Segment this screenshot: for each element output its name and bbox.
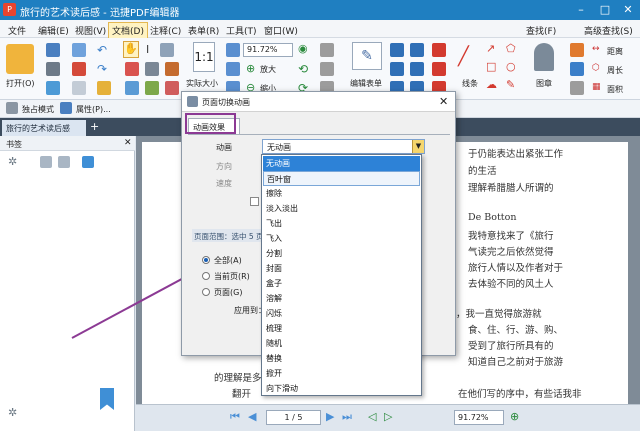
range-all-label[interactable]: 全部(A) (214, 255, 242, 266)
auto-flip-checkbox[interactable] (250, 197, 259, 206)
range-current-radio[interactable] (202, 272, 210, 280)
tab-highlight-box (185, 113, 236, 134)
tab-divider (188, 134, 450, 135)
dialog-close-icon[interactable]: ✕ (439, 95, 448, 108)
animation-option[interactable]: 飞出 (263, 216, 420, 231)
animation-dropdown-list: 无动画 百叶窗 擦除 淡入淡出 飞出 飞入 分割 封面 盒子 溶解 闪烁 梳理 … (261, 154, 422, 396)
animation-option[interactable]: 擦除 (263, 186, 420, 201)
animation-option[interactable]: 飞入 (263, 231, 420, 246)
animation-option[interactable]: 百叶窗 (263, 171, 420, 186)
apply-to-label: 应用到： (234, 306, 262, 315)
animation-option[interactable]: 分割 (263, 246, 420, 261)
animation-option[interactable]: 溶解 (263, 291, 420, 306)
animation-option[interactable]: 梳理 (263, 321, 420, 336)
animation-option[interactable]: 掀开 (263, 366, 420, 381)
animation-option[interactable]: 封面 (263, 261, 420, 276)
range-all-radio[interactable] (202, 256, 210, 264)
range-current-label[interactable]: 当前页(R) (214, 271, 250, 282)
dialog-titlebar: 页面切换动画 ✕ (182, 92, 455, 112)
animation-option[interactable]: 闪烁 (263, 306, 420, 321)
animation-label: 动画 (216, 143, 232, 152)
dialog-title: 页面切换动画 (202, 98, 250, 107)
animation-select[interactable]: 无动画 ▼ (262, 139, 425, 154)
animation-option[interactable]: 向下滑动 (263, 381, 420, 396)
animation-option[interactable]: 淡入淡出 (263, 201, 420, 216)
speed-label: 速度 (216, 179, 232, 188)
direction-label: 方向 (216, 162, 232, 171)
range-pages-radio[interactable] (202, 288, 210, 296)
dialog-app-icon (187, 96, 198, 107)
animation-select-value: 无动画 (267, 143, 291, 152)
animation-option[interactable]: 无动画 (263, 156, 420, 171)
animation-option[interactable]: 盒子 (263, 276, 420, 291)
animation-option[interactable]: 随机 (263, 336, 420, 351)
dropdown-arrow-icon[interactable]: ▼ (412, 140, 424, 153)
animation-option[interactable]: 替换 (263, 351, 420, 366)
page-range-group-label: 页面范围：选中 5 页 (192, 229, 270, 242)
range-pages-label[interactable]: 页面(G) (214, 287, 242, 298)
